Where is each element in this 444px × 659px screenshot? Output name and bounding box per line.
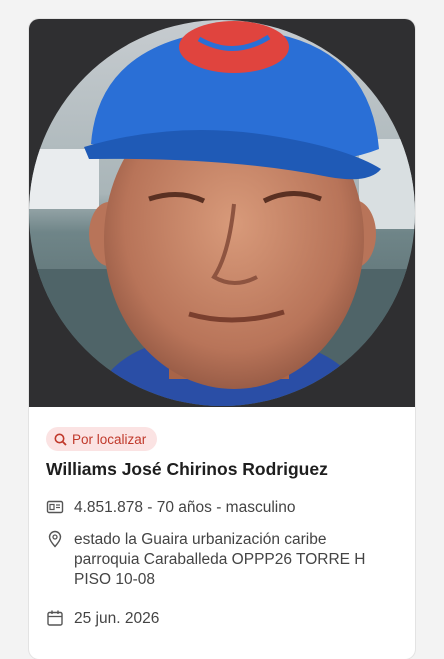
person-name: Williams José Chirinos Rodriguez	[46, 459, 328, 479]
status-badge-label: Por localizar	[72, 431, 147, 447]
status-badge: Por localizar	[46, 427, 158, 451]
id-info-text: 4.851.878 - 70 años - masculino	[74, 499, 296, 516]
search-icon	[54, 433, 67, 446]
calendar-icon	[47, 610, 63, 626]
id-info-row: 4.851.878 - 70 años - masculino	[46, 498, 295, 518]
date-row: 25 jun. 2026	[46, 609, 159, 629]
date-text: 25 jun. 2026	[74, 610, 160, 627]
person-card[interactable]: Por localizar Williams José Chirinos Rod…	[29, 19, 415, 659]
address-text: estado la Guaira urbanización caribe par…	[74, 531, 366, 588]
id-card-icon	[46, 500, 64, 514]
address-row: estado la Guaira urbanización caribe par…	[46, 530, 396, 590]
photo-area	[29, 19, 415, 407]
profile-photo	[29, 20, 415, 406]
location-pin-icon	[48, 530, 62, 548]
